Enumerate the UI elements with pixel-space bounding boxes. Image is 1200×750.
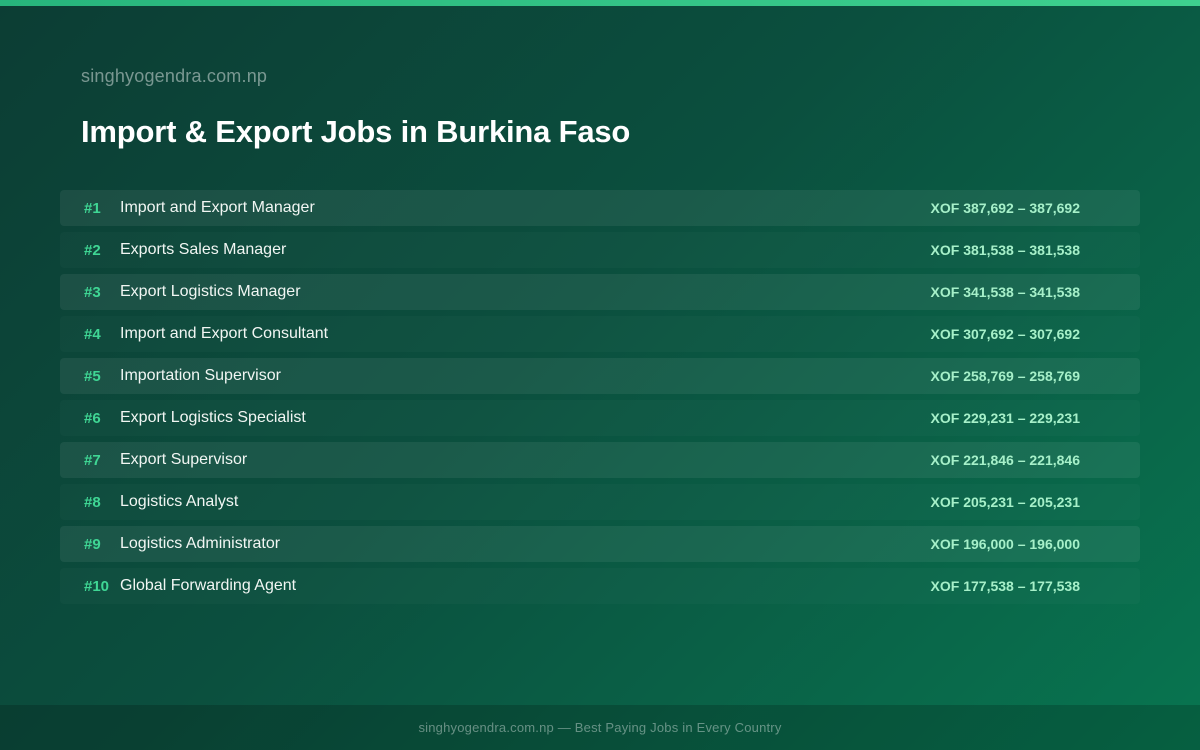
job-row: #7 Export Supervisor XOF 221,846 – 221,8… [60, 442, 1140, 478]
job-title: Exports Sales Manager [120, 241, 287, 258]
job-salary: XOF 387,692 – 387,692 [930, 200, 1080, 216]
site-name: singhyogendra.com.np [81, 66, 268, 86]
job-title: Import and Export Manager [120, 199, 315, 216]
job-rank: #8 [84, 493, 101, 511]
job-rank: #9 [84, 535, 101, 553]
job-title: Logistics Analyst [120, 493, 239, 510]
job-salary: XOF 258,769 – 258,769 [930, 368, 1080, 384]
top-accent-bar [0, 0, 1200, 6]
job-title: Importation Supervisor [120, 367, 281, 384]
job-row: #2 Exports Sales Manager XOF 381,538 – 3… [60, 232, 1140, 268]
job-rank: #4 [84, 325, 101, 343]
job-rank: #10 [84, 577, 110, 595]
job-salary: XOF 229,231 – 229,231 [930, 410, 1080, 426]
job-list: #1 Import and Export Manager XOF 387,692… [60, 190, 1140, 610]
job-row: #4 Import and Export Consultant XOF 307,… [60, 316, 1140, 352]
job-rank: #5 [84, 367, 101, 385]
job-rank: #1 [84, 199, 101, 217]
job-salary: XOF 341,538 – 341,538 [930, 284, 1080, 300]
job-title: Export Logistics Manager [120, 283, 301, 300]
job-salary: XOF 307,692 – 307,692 [930, 326, 1080, 342]
job-row: #5 Importation Supervisor XOF 258,769 – … [60, 358, 1140, 394]
job-salary: XOF 381,538 – 381,538 [930, 242, 1080, 258]
job-row: #6 Export Logistics Specialist XOF 229,2… [60, 400, 1140, 436]
page-title: Import & Export Jobs in Burkina Faso [81, 114, 631, 149]
job-row: #9 Logistics Administrator XOF 196,000 –… [60, 526, 1140, 562]
job-salary: XOF 177,538 – 177,538 [930, 578, 1080, 594]
job-title: Export Logistics Specialist [120, 409, 306, 426]
job-title: Export Supervisor [120, 451, 248, 468]
footer: singhyogendra.com.np — Best Paying Jobs … [0, 705, 1200, 750]
job-row: #1 Import and Export Manager XOF 387,692… [60, 190, 1140, 226]
job-rank: #2 [84, 241, 101, 259]
job-rank: #3 [84, 283, 101, 301]
job-row: #8 Logistics Analyst XOF 205,231 – 205,2… [60, 484, 1140, 520]
job-row: #3 Export Logistics Manager XOF 341,538 … [60, 274, 1140, 310]
job-rank: #7 [84, 451, 101, 469]
job-row: #10 Global Forwarding Agent XOF 177,538 … [60, 568, 1140, 604]
job-salary: XOF 221,846 – 221,846 [930, 452, 1080, 468]
job-salary: XOF 196,000 – 196,000 [930, 536, 1080, 552]
footer-text: singhyogendra.com.np — Best Paying Jobs … [418, 720, 782, 735]
job-salary: XOF 205,231 – 205,231 [930, 494, 1080, 510]
job-title: Logistics Administrator [120, 535, 281, 552]
job-rank: #6 [84, 409, 101, 427]
job-title: Global Forwarding Agent [120, 577, 297, 594]
job-title: Import and Export Consultant [120, 325, 329, 342]
